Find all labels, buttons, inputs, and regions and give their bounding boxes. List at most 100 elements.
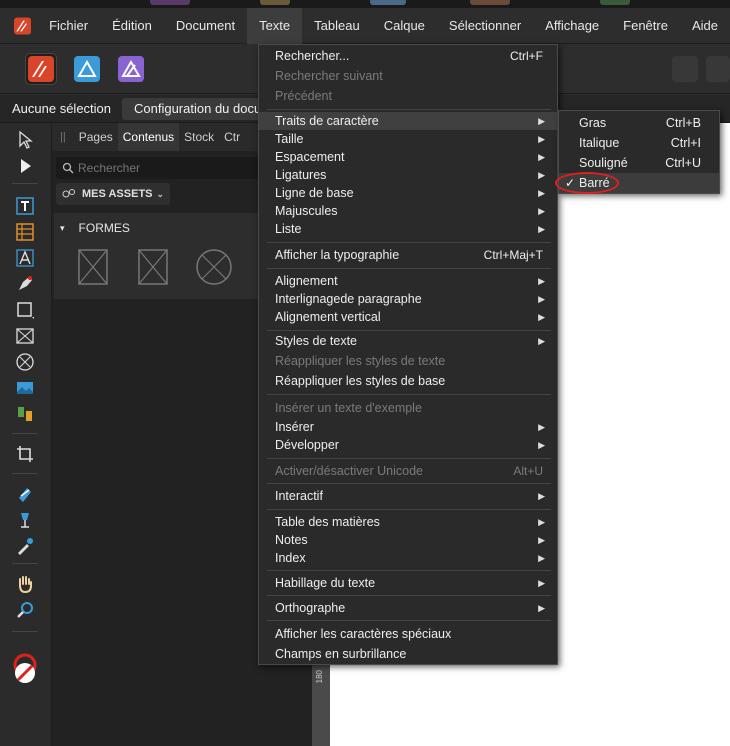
menu-texte[interactable]: Texte [247, 7, 303, 44]
shape-thumbnail[interactable] [78, 249, 108, 285]
menu-item-precedent: Précédent [275, 89, 332, 103]
frame-text-tool[interactable] [14, 195, 36, 217]
tab-ctr[interactable]: Ctr [219, 123, 245, 151]
submenu-item-italique[interactable]: Italique Ctrl+I [559, 133, 719, 153]
tab-pages[interactable]: Pages [74, 123, 118, 151]
search-input[interactable] [78, 161, 268, 175]
menu-separator [267, 595, 551, 596]
menu-item-reappliquer-styles-texte: Réappliquer les styles de texte [275, 354, 446, 368]
menu-item-liste[interactable]: Liste ▶ [259, 220, 557, 238]
menu-item-ligatures[interactable]: Ligatures ▶ [259, 166, 557, 184]
menu-item-afficher-typographie[interactable]: Afficher la typographie Ctrl+Maj+T [259, 246, 557, 264]
assets-search[interactable] [56, 157, 276, 179]
assets-category-dropdown[interactable]: MES ASSETS ⌄ [56, 183, 170, 205]
section-title: FORMES [78, 221, 130, 235]
menu-item-styles-de-texte[interactable]: Styles de texte ▶ [259, 332, 557, 350]
hand-tool[interactable] [14, 573, 36, 595]
shape-thumbnail[interactable] [138, 249, 168, 285]
menu-item-traits-de-caractere[interactable]: Traits de caractère ▶ [259, 112, 557, 130]
menu-edition[interactable]: Édition [100, 8, 164, 44]
menu-item-unicode: Activer/désactiver Unicode Alt+U [275, 464, 543, 478]
affinity-publisher-logo[interactable] [14, 15, 32, 37]
menu-selectionner[interactable]: Sélectionner [437, 8, 533, 44]
menu-affichage[interactable]: Affichage [533, 8, 611, 44]
move-icon [19, 130, 33, 149]
rectangle-tool[interactable] [14, 299, 36, 321]
menu-item-taille[interactable]: Taille ▶ [259, 130, 557, 148]
menu-item-caracteres-speciaux[interactable]: Afficher les caractères spéciaux [259, 625, 557, 643]
picture-frame-tool[interactable] [14, 325, 36, 347]
zoom-tool[interactable] [14, 599, 36, 621]
color-picker-icon [18, 538, 33, 555]
node-tool[interactable] [14, 155, 36, 177]
rectangle-icon [17, 302, 34, 319]
document-setup-button[interactable]: Configuration du document [122, 98, 262, 120]
shape-thumbnail[interactable] [194, 249, 234, 285]
color-picker-tool[interactable] [14, 535, 36, 557]
menu-item-habillage[interactable]: Habillage du texte ▶ [259, 574, 557, 592]
place-image-tool[interactable] [14, 377, 36, 399]
tab-stock[interactable]: Stock [179, 123, 219, 151]
texte-menu: Rechercher... Ctrl+F Rechercher suivant P… [258, 44, 558, 665]
move-tool[interactable] [14, 129, 36, 151]
menu-item-table-des-matieres[interactable]: Table des matières ▶ [259, 513, 557, 531]
menu-item-ligne-de-base[interactable]: Ligne de base ▶ [259, 184, 557, 202]
submenu-item-souligne[interactable]: Souligné Ctrl+U [559, 153, 719, 173]
fill-icon [19, 488, 31, 502]
menu-item-inserer[interactable]: Insérer ▶ [259, 418, 557, 436]
submenu-item-gras[interactable]: Gras Ctrl+B [559, 113, 719, 133]
menu-item-champs-surbrillance[interactable]: Champs en surbrillance [259, 645, 557, 663]
pin-button[interactable] [672, 56, 698, 82]
menu-item-alignement-vertical[interactable]: Alignement vertical ▶ [259, 308, 557, 326]
menu-fenetre[interactable]: Fenêtre [611, 8, 680, 44]
fill-tool[interactable] [14, 483, 36, 505]
artistic-text-tool[interactable] [14, 247, 36, 269]
tab-contenus[interactable]: Contenus [117, 123, 180, 151]
submenu-arrow-icon: ▶ [538, 440, 545, 450]
menu-item-rechercher[interactable]: Rechercher... Ctrl+F [259, 47, 557, 65]
photo-persona-button[interactable] [116, 54, 146, 84]
assets-icon [62, 189, 75, 198]
selection-status: Aucune sélection [12, 101, 112, 116]
menu-item-alignement[interactable]: Alignement ▶ [259, 272, 557, 290]
menu-item-index[interactable]: Index ▶ [259, 549, 557, 567]
tool-separator [12, 473, 38, 474]
submenu-arrow-icon: ▶ [538, 517, 545, 527]
designer-persona-button[interactable] [72, 54, 102, 84]
table-icon [16, 223, 34, 241]
transparency-tool[interactable] [14, 509, 36, 531]
submenu-arrow-icon: ▶ [538, 134, 545, 144]
forms-header[interactable]: ▾ FORMES [60, 221, 130, 235]
table-tool[interactable] [14, 221, 36, 243]
menu-item-espacement[interactable]: Espacement ▶ [259, 148, 557, 166]
tool-separator [12, 433, 38, 434]
menu-item-interlignage[interactable]: Interlignagede paragraphe ▶ [259, 290, 557, 308]
pen-tool[interactable] [14, 273, 36, 295]
node-icon [21, 159, 31, 173]
picture-frame-icon [78, 249, 108, 285]
panel-grip-icon[interactable]: || [56, 131, 74, 143]
vector-crop-tool[interactable] [14, 403, 36, 425]
ellipse-frame-tool[interactable] [14, 351, 36, 373]
crop-tool[interactable] [14, 443, 36, 465]
more-button[interactable] [706, 56, 730, 82]
menu-item-interactif[interactable]: Interactif ▶ [259, 487, 557, 505]
menu-aide[interactable]: Aide [680, 8, 730, 44]
color-swatch[interactable] [10, 653, 40, 687]
menu-item-orthographe[interactable]: Orthographe ▶ [259, 599, 557, 617]
ellipse-frame-icon [16, 353, 34, 371]
menu-fichier[interactable]: Fichier [37, 8, 100, 44]
menu-tableau[interactable]: Tableau [302, 8, 372, 44]
menu-item-majuscules[interactable]: Majuscules ▶ [259, 202, 557, 220]
menu-item-developper[interactable]: Développer ▶ [259, 436, 557, 454]
tool-separator [12, 563, 38, 564]
submenu-arrow-icon: ▶ [538, 170, 545, 180]
menu-item-notes[interactable]: Notes ▶ [259, 531, 557, 549]
publisher-persona-button[interactable] [25, 53, 57, 85]
menu-calque[interactable]: Calque [372, 8, 437, 44]
menu-item-reappliquer-styles-base[interactable]: Réappliquer les styles de base [259, 372, 557, 390]
menu-item-rechercher-suivant: Rechercher suivant [275, 69, 383, 83]
submenu-arrow-icon: ▶ [538, 294, 545, 304]
menu-document[interactable]: Document [164, 8, 247, 44]
picture-frame-icon [16, 328, 34, 344]
